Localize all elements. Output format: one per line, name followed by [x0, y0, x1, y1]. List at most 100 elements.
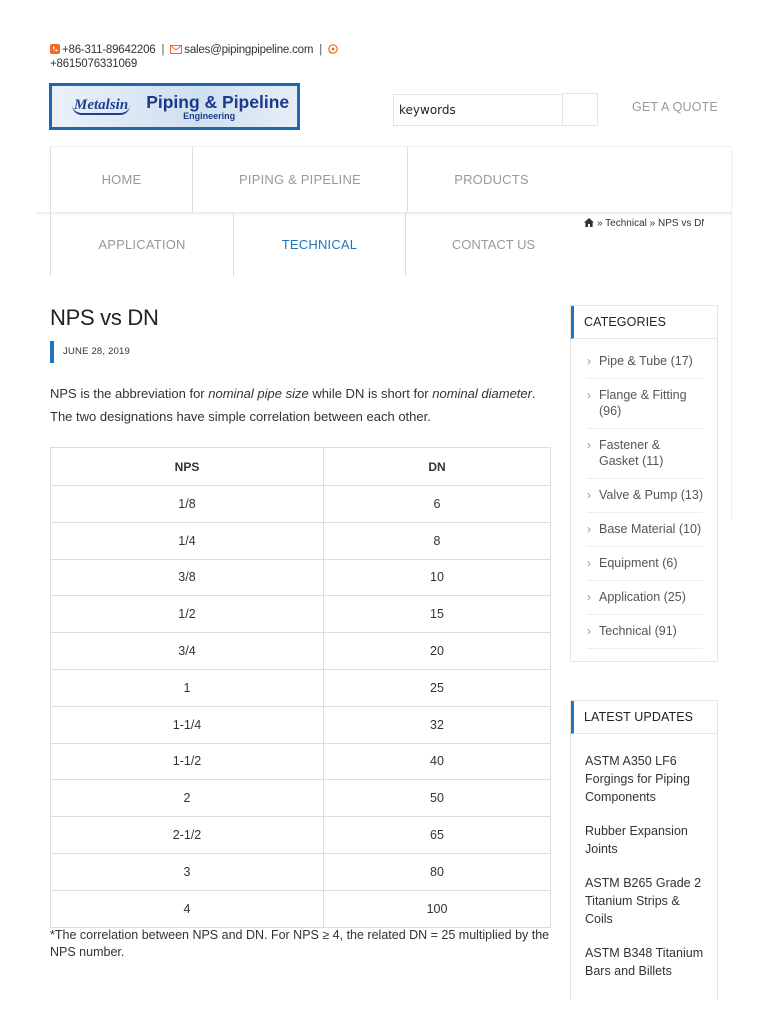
table-cell: 4 [50, 889, 324, 928]
nav-home[interactable]: HOME [50, 147, 192, 212]
chevron-right-icon: › [587, 556, 591, 570]
chevron-right-icon: › [587, 438, 591, 452]
nps-dn-table: NPS DN 1/8 6 1/4 8 3/8 10 1/2 15 3/4 20 1 25 1… [50, 447, 551, 928]
latest-updates-widget: LATEST UPDATES ASTM A350 LF6 Forgings fo… [570, 700, 718, 1000]
table-cell: 32 [323, 705, 551, 744]
nav-piping-pipeline[interactable]: PIPING & PIPELINE [192, 147, 407, 212]
category-item[interactable]: › Equipment (6) [587, 547, 703, 581]
intro-emphasis-2: nominal diameter [432, 386, 532, 401]
whatsapp-number[interactable]: +8615076331069 [50, 58, 137, 70]
page-title: NPS vs DN [50, 305, 159, 330]
table-row: 1/8 6 [50, 485, 551, 523]
table-row: 1 25 [50, 668, 551, 707]
breadcrumb-sep: » [597, 218, 603, 229]
table-cell: 1 [50, 668, 324, 707]
table-cell: 1/2 [50, 595, 324, 634]
phone-number[interactable]: +86-311-89642206 [62, 44, 156, 56]
breadcrumb-sep: » [649, 218, 656, 229]
table-cell: 80 [323, 852, 551, 891]
table-header-row: NPS DN [50, 447, 551, 486]
nav-technical[interactable]: TECHNICAL [233, 212, 405, 276]
category-item[interactable]: › Technical (91) [587, 615, 703, 649]
post-date: JUNE 28, 2019 [50, 341, 130, 363]
logo-title: Piping & Pipeline [146, 91, 290, 112]
search-button[interactable] [562, 93, 598, 126]
email-link[interactable]: sales@pipingpipeline.com [184, 44, 313, 56]
breadcrumb: » Technical » NPS vs DN [584, 218, 704, 229]
table-row: 3 80 [50, 852, 551, 891]
table-cell: 1/4 [50, 521, 324, 560]
table-cell: 3/4 [50, 632, 324, 670]
table-cell: 15 [323, 595, 551, 634]
nav-contact-us[interactable]: CONTACT US [405, 212, 581, 276]
separator: | [319, 44, 323, 56]
category-item[interactable]: › Pipe & Tube (17) [587, 345, 703, 379]
table-cell: 10 [323, 558, 551, 597]
nav-right-edge [731, 150, 732, 520]
table-header-dn: DN [323, 447, 551, 486]
chevron-right-icon: › [587, 590, 591, 604]
category-label: Flange & Fitting (96) [599, 388, 687, 418]
latest-updates-heading: LATEST UPDATES [571, 701, 717, 734]
search-input[interactable] [393, 94, 563, 126]
table-cell: 65 [323, 816, 551, 854]
breadcrumb-current: NPS vs DN [658, 218, 704, 229]
update-link[interactable]: Rubber Expansion Joints [585, 822, 705, 858]
breadcrumb-technical[interactable]: Technical [605, 218, 647, 229]
site-logo[interactable]: Metalsin Piping & Pipeline Engineering [49, 83, 300, 130]
logo-title-group: Piping & Pipeline Engineering [146, 93, 289, 121]
table-cell: 6 [323, 485, 551, 523]
category-label: Fastener & Gasket (11) [599, 438, 664, 468]
categories-widget: CATEGORIES › Pipe & Tube (17) › Flange & F… [570, 305, 718, 662]
latest-updates-list: ASTM A350 LF6 Forgings for Piping Compon… [571, 734, 717, 980]
category-label: Technical (91) [599, 624, 677, 638]
separator: | [161, 44, 165, 56]
chevron-right-icon: › [587, 488, 591, 502]
chevron-right-icon: › [587, 388, 591, 402]
get-quote-link[interactable]: GET A QUOTE [632, 100, 718, 114]
table-cell: 3/8 [50, 558, 324, 597]
table-row: 1-1/2 40 [50, 742, 551, 781]
table-row: 3/8 10 [50, 558, 551, 597]
table-note: *The correlation between NPS and DN. For… [50, 928, 550, 959]
category-label: Application (25) [599, 590, 686, 604]
category-item[interactable]: › Base Material (10) [587, 513, 703, 547]
main-nav-row-1: HOME PIPING & PIPELINE PRODUCTS [50, 146, 732, 212]
category-item[interactable]: › Application (25) [587, 581, 703, 615]
update-link[interactable]: ASTM B348 Titanium Bars and Billets [585, 944, 705, 980]
table-row: 3/4 20 [50, 632, 551, 670]
category-label: Base Material (10) [599, 522, 702, 536]
chevron-right-icon: › [587, 624, 591, 638]
update-link[interactable]: ASTM A350 LF6 Forgings for Piping Compon… [585, 752, 705, 806]
intro-emphasis-1: nominal pipe size [208, 386, 309, 401]
table-cell: 1-1/2 [50, 742, 324, 781]
table-cell: 25 [323, 668, 551, 707]
table-row: 2 50 [50, 779, 551, 818]
table-cell: 3 [50, 852, 324, 891]
table-cell: 2-1/2 [50, 816, 324, 854]
table-cell: 1-1/4 [50, 705, 324, 744]
intro-text-1: NPS is the abbreviation for [50, 386, 209, 401]
intro-paragraph: NPS is the abbreviation for nominal pipe… [50, 382, 550, 428]
mail-icon [170, 43, 183, 57]
table-cell: 20 [323, 632, 551, 670]
nav-products[interactable]: PRODUCTS [407, 147, 575, 212]
home-icon[interactable] [584, 218, 594, 227]
table-row: 4 100 [50, 889, 551, 928]
whatsapp-icon [328, 43, 338, 57]
categories-list: › Pipe & Tube (17) › Flange & Fitting (96)… [571, 339, 717, 661]
nav-application[interactable]: APPLICATION [50, 212, 233, 276]
category-item[interactable]: › Valve & Pump (13) [587, 479, 703, 513]
table-cell: 50 [323, 779, 551, 818]
category-item[interactable]: › Flange & Fitting (96) [587, 379, 703, 429]
table-row: 2-1/2 65 [50, 816, 551, 854]
category-label: Valve & Pump (13) [599, 488, 703, 502]
table-cell: 1/8 [50, 485, 324, 523]
main-nav-row-2: APPLICATION TECHNICAL [50, 212, 405, 276]
update-link[interactable]: ASTM B265 Grade 2 Titanium Strips & Coil… [585, 874, 705, 928]
table-row: 1-1/4 32 [50, 705, 551, 744]
table-cell: 100 [323, 889, 551, 928]
table-row: 1/4 8 [50, 521, 551, 560]
intro-text-2: while DN is short for [308, 386, 433, 401]
category-item[interactable]: › Fastener & Gasket (11) [587, 429, 703, 479]
